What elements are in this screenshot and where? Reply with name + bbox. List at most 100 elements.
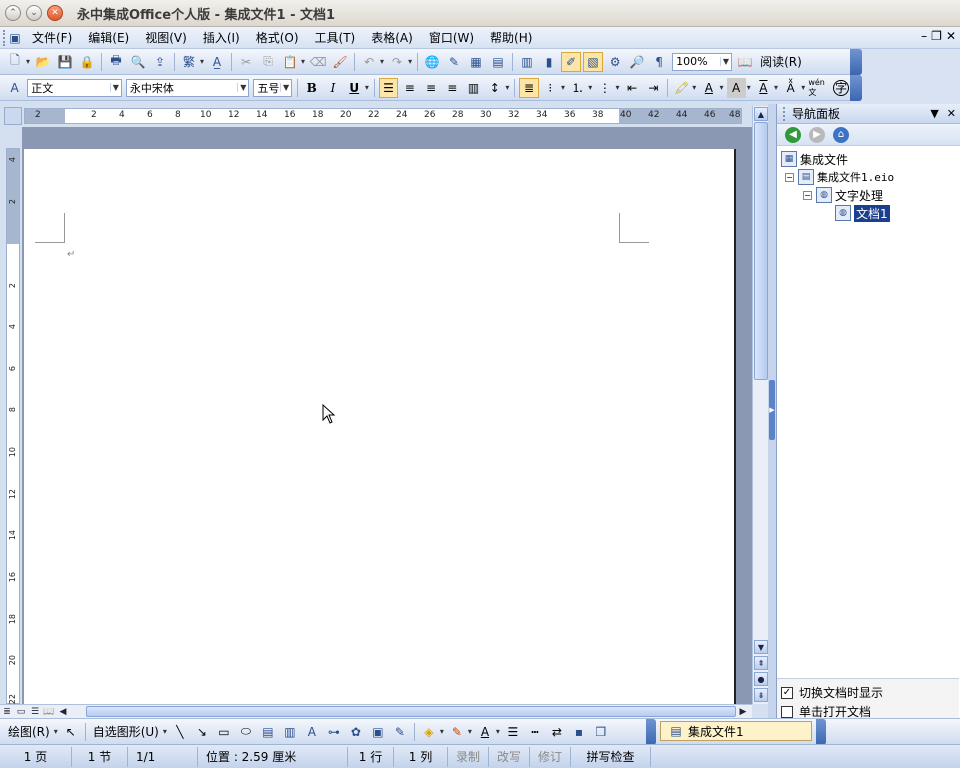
back-icon[interactable]: ◀ <box>785 126 801 143</box>
border-dropdown-icon[interactable]: ▾ <box>774 83 778 92</box>
minimize-window-button[interactable]: ⌃ <box>5 5 21 21</box>
permission-icon[interactable]: 🔒 <box>77 52 97 72</box>
browse-object-icon[interactable]: ● <box>754 672 768 686</box>
print-icon[interactable]: 🖶 <box>106 52 126 72</box>
edit-picture-icon[interactable]: ✎ <box>390 722 410 742</box>
draw-font-dropdown-icon[interactable]: ▾ <box>496 727 500 736</box>
hyperlink-icon[interactable]: 🌐 <box>422 52 442 72</box>
shadow-icon[interactable]: ▪ <box>569 722 589 742</box>
copy-icon[interactable]: ⎘ <box>258 52 278 72</box>
print-preview-icon[interactable]: 🔍 <box>128 52 148 72</box>
paste-dropdown-icon[interactable]: ▾ <box>301 57 305 66</box>
forward-icon[interactable]: ▶ <box>809 126 825 143</box>
web-view-icon[interactable]: ▭ <box>14 706 28 718</box>
collapse-icon[interactable]: − <box>803 190 812 200</box>
toolbar-options-icon[interactable] <box>850 75 862 101</box>
redo-dropdown-icon[interactable]: ▾ <box>408 57 412 66</box>
zoom-select[interactable]: 100% ▼ <box>672 52 733 71</box>
line-style-icon[interactable]: ☰ <box>503 722 523 742</box>
line-color-icon[interactable]: ✎ <box>447 722 467 742</box>
oval-tool-icon[interactable]: ⬭ <box>236 722 256 742</box>
select-objects-icon[interactable]: ↖ <box>61 722 81 742</box>
panel-splitter[interactable]: ▶ <box>768 104 776 718</box>
multilevel-icon[interactable]: ⋮ <box>595 78 614 98</box>
scale-dropdown-icon[interactable]: ▾ <box>801 83 805 92</box>
status-revise[interactable]: 修订 <box>530 746 572 767</box>
spellcheck-icon[interactable]: A̲ <box>207 52 227 72</box>
collapse-panel-icon[interactable]: ▶ <box>769 380 775 440</box>
undo-dropdown-icon[interactable]: ▾ <box>380 57 384 66</box>
scroll-right-icon[interactable]: ▶ <box>736 706 750 718</box>
line-spacing-icon[interactable]: ↕ <box>485 78 504 98</box>
document-page[interactable]: ↵ <box>24 149 736 704</box>
panel-grip[interactable] <box>783 106 786 121</box>
doc-map-icon[interactable]: ▧ <box>583 51 604 72</box>
redo-icon[interactable]: ↷ <box>387 52 407 72</box>
org-chart-icon[interactable]: ⊶ <box>324 722 344 742</box>
textbox-icon[interactable]: ▤ <box>258 722 278 742</box>
align-right-icon[interactable]: ≡ <box>443 78 462 98</box>
line-tool-icon[interactable]: ╲ <box>170 722 190 742</box>
line-spacing-dropdown-icon[interactable]: ▾ <box>505 83 509 92</box>
normal-view-icon[interactable]: ≣ <box>0 706 14 718</box>
paste-icon[interactable]: 📋 <box>280 52 300 72</box>
draw-font-color-icon[interactable]: A <box>475 722 495 742</box>
menu-edit[interactable]: 编辑(E) <box>80 28 137 48</box>
status-spellcheck[interactable]: 拼写检查 <box>571 746 652 767</box>
wordart-icon[interactable]: A <box>302 722 322 742</box>
single-click-open-checkbox[interactable] <box>781 705 793 718</box>
char-shading-icon[interactable]: A <box>726 77 746 98</box>
doc-close-icon[interactable]: ✕ <box>946 29 956 43</box>
close-window-button[interactable]: ✕ <box>47 5 63 21</box>
cut-icon[interactable]: ✂ <box>236 52 256 72</box>
font-select[interactable]: 永中宋体 ▼ <box>125 78 250 97</box>
style-select[interactable]: 正文 ▼ <box>27 78 122 97</box>
show-on-switch-option[interactable]: ✓ 切换文档时显示 <box>781 683 959 702</box>
draw-dropdown-icon[interactable]: ▾ <box>54 727 58 736</box>
show-on-switch-checkbox[interactable]: ✓ <box>781 686 793 699</box>
enclose-char-icon[interactable]: 字 <box>833 79 849 96</box>
scroll-left-icon[interactable]: ◀ <box>56 706 70 718</box>
scroll-up-icon[interactable]: ▲ <box>754 107 768 121</box>
justify-icon[interactable]: ☰ <box>378 77 399 98</box>
shading-dropdown-icon[interactable]: ▾ <box>747 83 751 92</box>
menu-tools[interactable]: 工具(T) <box>307 28 364 48</box>
font-color-icon[interactable]: A <box>699 78 718 98</box>
menu-format[interactable]: 格式(O) <box>248 28 307 48</box>
edit-icon[interactable]: ✎ <box>444 52 464 72</box>
distribute-icon[interactable]: ▥ <box>464 78 483 98</box>
next-page-icon[interactable]: ⇟ <box>754 688 768 702</box>
underline-dropdown-icon[interactable]: ▾ <box>365 83 369 92</box>
insert-sheet-icon[interactable]: ▤ <box>488 52 508 72</box>
increase-indent-icon[interactable]: ⇥ <box>644 78 663 98</box>
doc-restore-icon[interactable]: ❐ <box>931 29 942 43</box>
vertical-scroll-thumb[interactable] <box>754 122 768 380</box>
bullets-icon[interactable]: ⁝ <box>541 78 560 98</box>
toolbar-options-icon[interactable] <box>646 719 656 745</box>
draw-toggle-icon[interactable]: ✐ <box>561 51 582 72</box>
horizontal-scroll-thumb[interactable] <box>86 706 736 717</box>
export-pdf-icon[interactable]: ⇪ <box>150 52 170 72</box>
align-center-icon[interactable]: ≡ <box>421 78 440 98</box>
menu-table[interactable]: 表格(A) <box>363 28 421 48</box>
menu-file[interactable]: 文件(F) <box>24 28 80 48</box>
arrow-tool-icon[interactable]: ↘ <box>192 722 212 742</box>
paragraph-icon[interactable]: ≣ <box>519 77 539 98</box>
status-record[interactable]: 录制 <box>448 746 490 767</box>
multilevel-dropdown-icon[interactable]: ▾ <box>616 83 620 92</box>
tree-item-doc[interactable]: ◍ 文档1 <box>781 204 960 222</box>
horizontal-scrollbar[interactable]: ≣ ▭ ☰ 📖 ◀ ▶ <box>0 704 752 718</box>
doc-minimize-icon[interactable]: – <box>921 29 927 43</box>
align-left-icon[interactable]: ≡ <box>400 78 419 98</box>
pilcrow-icon[interactable]: ¶ <box>649 52 669 72</box>
prev-page-icon[interactable]: ⇞ <box>754 656 768 670</box>
find-icon[interactable]: 🔎 <box>627 52 647 72</box>
vertical-ruler[interactable]: 4 2 2 4 6 8 10 12 14 16 18 20 22 <box>6 148 20 704</box>
panel-menu-icon[interactable]: ▼ <box>930 107 938 120</box>
dash-style-icon[interactable]: ┅ <box>525 722 545 742</box>
autoshapes-dropdown-icon[interactable]: ▾ <box>163 727 167 736</box>
read-book-icon[interactable]: 📖 <box>735 52 755 72</box>
char-scale-icon[interactable]: Aͯ <box>781 78 800 98</box>
rectangle-tool-icon[interactable]: ▭ <box>214 722 234 742</box>
integrated-file-tab[interactable]: ▤ 集成文件1 <box>660 721 812 741</box>
